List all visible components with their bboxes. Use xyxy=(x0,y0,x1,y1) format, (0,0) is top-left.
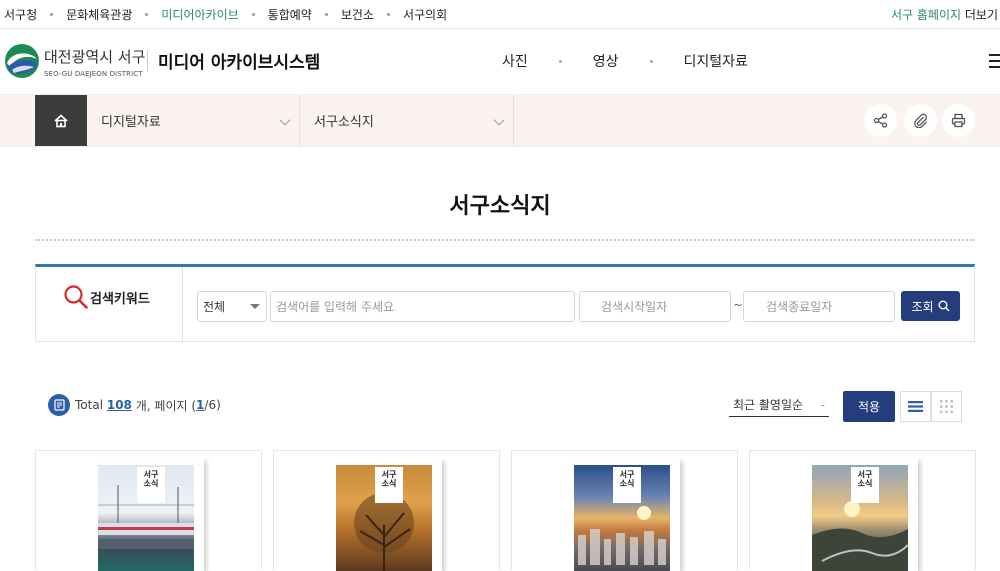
cover-photo-city: 서구 소식 xyxy=(574,465,670,571)
separator-dot xyxy=(386,12,390,16)
system-name[interactable]: 미디어 아카이브시스템 xyxy=(158,48,320,73)
end-date-placeholder: 검색종료일자 xyxy=(766,300,833,314)
start-date-input[interactable]: 검색시작일자 xyxy=(579,291,731,322)
page-title: 서구소식지 xyxy=(449,194,551,219)
separator-dot xyxy=(145,12,149,16)
newsletter-card[interactable]: 서구 소식 xyxy=(511,450,738,571)
separator-dot xyxy=(251,12,255,16)
current-page: 1 xyxy=(196,398,205,412)
breadcrumb-level2-label: 서구소식지 xyxy=(314,115,374,130)
category-selected-value: 전체 xyxy=(203,300,226,314)
top-site-links: 서구청 문화체육관광 미디어아카이브 통합예약 보건소 서구의회 xyxy=(0,6,447,23)
search-icon xyxy=(938,300,950,312)
cover-photo-train: 서구 소식 xyxy=(98,465,194,571)
top-link-media-archive[interactable]: 미디어아카이브 xyxy=(161,6,238,23)
main-nav-digital[interactable]: 디지털자료 xyxy=(684,51,748,71)
search-keyword-header: 검색키워드 xyxy=(36,267,183,342)
grid-view-icon xyxy=(940,400,953,413)
breadcrumb-bar: 디지털자료 서구소식지 xyxy=(0,95,1000,147)
breadcrumb-level1-label: 디지털자료 xyxy=(101,115,161,130)
list-view-icon xyxy=(908,401,923,412)
search-keyword-label: 검색키워드 xyxy=(90,292,150,307)
attach-button[interactable] xyxy=(904,104,937,137)
site-header: 대전광역시 서구 SEO-GU DAEJEON DISTRICT 미디어 아카이… xyxy=(0,29,1000,95)
category-select[interactable]: 전체 xyxy=(197,291,267,322)
cover-title: 서구 소식 xyxy=(851,467,879,503)
cover-title: 서구 소식 xyxy=(613,467,641,503)
header-divider xyxy=(147,50,148,72)
breadcrumb-level2[interactable]: 서구소식지 xyxy=(300,95,514,146)
separator-dot xyxy=(649,59,653,63)
total-suffix: 개, 페이지 ( xyxy=(135,398,197,413)
top-utility-bar: 서구청 문화체육관광 미디어아카이브 통합예약 보건소 서구의회 서구 홈페이지… xyxy=(0,0,1000,29)
list-view-button[interactable] xyxy=(900,391,931,422)
newsletter-cover: 서구 소식 xyxy=(332,459,442,571)
separator-dot xyxy=(558,59,562,63)
main-nav-video[interactable]: 영상 xyxy=(593,51,619,71)
top-link-culture[interactable]: 문화체육관광 xyxy=(66,6,132,23)
newsletter-card[interactable]: 서구 소식 xyxy=(35,450,262,571)
caret-down-icon xyxy=(250,304,260,309)
grid-view-button[interactable] xyxy=(931,391,962,422)
home-icon xyxy=(54,113,68,127)
district-name-en: SEO-GU DAEJEON DISTRICT xyxy=(44,70,143,78)
newsletter-cover: 서구 소식 xyxy=(570,459,680,571)
district-brand[interactable]: 대전광역시 서구 SEO-GU DAEJEON DISTRICT xyxy=(44,46,145,78)
start-date-placeholder: 검색시작일자 xyxy=(601,300,668,314)
page-total: /6) xyxy=(204,398,221,412)
top-link-reservation[interactable]: 통합예약 xyxy=(268,6,312,23)
date-range-separator: ~ xyxy=(733,298,744,312)
cover-title: 서구 소식 xyxy=(375,467,403,503)
top-link-seogu[interactable]: 서구청 xyxy=(4,6,37,23)
main-nav-photo[interactable]: 사진 xyxy=(502,51,528,71)
search-icon xyxy=(64,285,88,309)
chevron-down-icon xyxy=(493,114,505,126)
search-panel: 검색키워드 전체 검색어를 입력해 주세요 검색시작일자 ~ 검색종료일자 조회 xyxy=(35,264,975,342)
document-icon xyxy=(48,394,70,416)
top-link-council[interactable]: 서구의회 xyxy=(403,6,447,23)
title-divider xyxy=(35,239,975,241)
hamburger-menu-icon[interactable] xyxy=(989,54,1000,68)
print-button[interactable] xyxy=(942,104,975,137)
total-count: Total 108 개, 페이지 (1/6) xyxy=(48,394,221,416)
newsletter-card[interactable]: 서구 소식 xyxy=(749,450,976,571)
total-count-value: 108 xyxy=(106,398,132,412)
more-link-label: 더보기 xyxy=(964,8,998,22)
printer-icon xyxy=(951,113,966,128)
homepage-link-label: 서구 홈페이지 xyxy=(890,8,962,22)
chevron-down-icon xyxy=(279,114,291,126)
end-date-input[interactable]: 검색종료일자 xyxy=(743,291,895,322)
sort-select[interactable]: 최근 촬영일순 - xyxy=(729,396,829,417)
home-button[interactable] xyxy=(35,95,87,146)
district-name-kr: 대전광역시 서구 xyxy=(44,48,146,66)
homepage-more-link[interactable]: 서구 홈페이지 더보기 xyxy=(891,0,998,29)
keyword-input[interactable]: 검색어를 입력해 주세요 xyxy=(270,291,575,322)
share-button[interactable] xyxy=(864,104,897,137)
apply-sort-button[interactable]: 적용 xyxy=(843,391,895,422)
total-prefix: Total xyxy=(75,398,104,412)
newsletter-cover: 서구 소식 xyxy=(808,459,918,571)
cover-title: 서구 소식 xyxy=(137,467,165,503)
top-link-health-center[interactable]: 보건소 xyxy=(341,6,374,23)
separator-dot xyxy=(324,12,328,16)
share-icon xyxy=(873,113,888,128)
breadcrumb-level1[interactable]: 디지털자료 xyxy=(87,95,300,146)
separator-dot xyxy=(50,12,54,16)
seogu-logo-icon[interactable] xyxy=(4,43,40,79)
newsletter-cover: 서구 소식 xyxy=(94,459,204,571)
cover-photo-tree: 서구 소식 xyxy=(336,465,432,571)
newsletter-card[interactable]: 서구 소식 xyxy=(273,450,500,571)
main-nav: 사진 영상 디지털자료 xyxy=(502,51,748,71)
sort-dropdown-marker: - xyxy=(820,398,825,412)
search-submit-button[interactable]: 조회 xyxy=(901,291,960,321)
paperclip-icon xyxy=(914,113,928,128)
sort-selected-value: 최근 촬영일순 xyxy=(733,398,804,412)
search-submit-label: 조회 xyxy=(911,299,934,314)
keyword-input-placeholder: 검색어를 입력해 주세요 xyxy=(276,300,395,314)
cover-photo-valley: 서구 소식 xyxy=(812,465,908,571)
